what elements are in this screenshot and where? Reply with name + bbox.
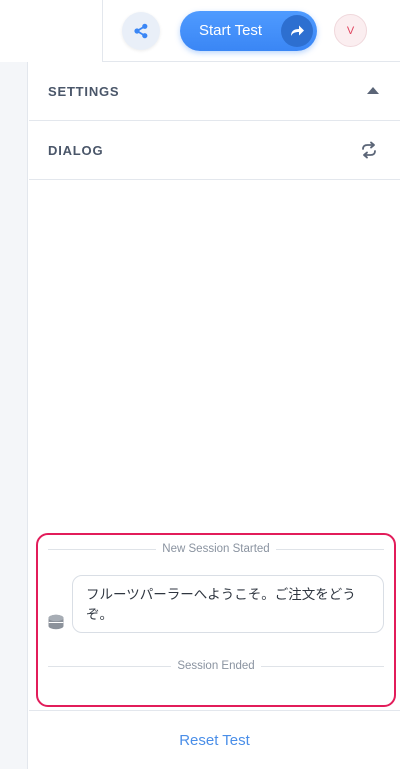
start-test-button[interactable]: Start Test xyxy=(180,11,317,51)
share-icon xyxy=(134,23,148,39)
session-ended-divider: Session Ended xyxy=(48,658,384,674)
user-avatar[interactable]: V xyxy=(334,14,367,47)
session-ended-label: Session Ended xyxy=(171,660,261,672)
settings-section-header[interactable]: SETTINGS xyxy=(29,62,400,121)
settings-title: SETTINGS xyxy=(48,84,120,99)
chevron-up-icon[interactable] xyxy=(367,87,379,94)
session-started-label: New Session Started xyxy=(156,543,276,555)
session-started-divider: New Session Started xyxy=(48,541,384,557)
toolbar-left-area xyxy=(0,0,103,62)
dialog-section-header[interactable]: DIALOG xyxy=(29,121,400,180)
left-sidebar-strip xyxy=(0,62,28,769)
top-toolbar: Start Test V xyxy=(0,0,400,62)
start-test-label: Start Test xyxy=(199,22,263,39)
bot-icon xyxy=(48,614,64,630)
reset-test-button[interactable]: Reset Test xyxy=(29,711,400,769)
session-log: New Session Started フルーツパーラーへようこそ。ご注文をどう… xyxy=(36,533,396,707)
dialog-title: DIALOG xyxy=(48,143,104,158)
share-button[interactable] xyxy=(122,12,160,50)
panel-footer: Reset Test xyxy=(29,710,400,769)
refresh-icon[interactable] xyxy=(360,141,378,159)
forward-arrow-icon xyxy=(281,15,313,47)
message-bubble: フルーツパーラーへようこそ。ご注文をどうぞ。 xyxy=(72,575,384,633)
